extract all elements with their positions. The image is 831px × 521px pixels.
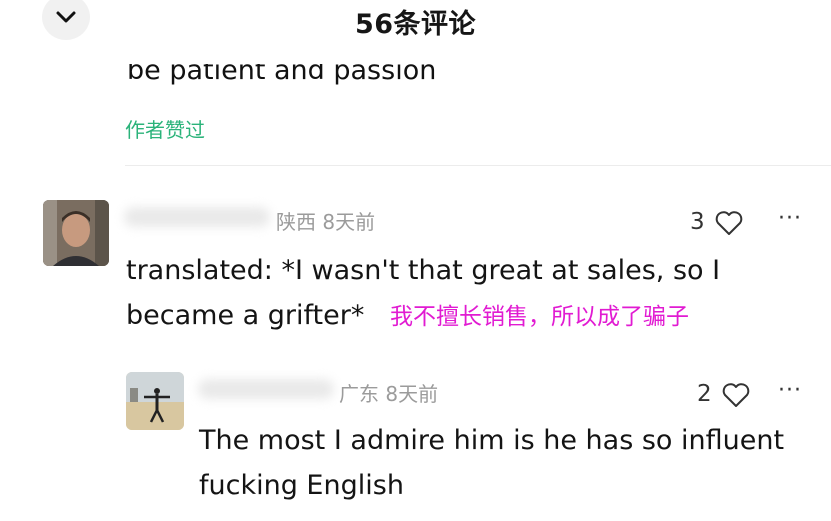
like-count: 2 bbox=[697, 381, 712, 407]
avatar[interactable] bbox=[126, 372, 184, 430]
translation-annotation: 我不擅长销售，所以成了骗子 bbox=[390, 304, 689, 330]
comment-text-line: fucking English bbox=[199, 470, 404, 501]
page-title: 56条评论 bbox=[354, 9, 477, 40]
more-options-button[interactable]: ··· bbox=[778, 378, 802, 403]
comment-text-line: became a grifter* bbox=[126, 300, 365, 331]
divider bbox=[125, 165, 831, 166]
author-liked-badge: 作者赞过 bbox=[125, 118, 205, 142]
comment-location-time: 陕西 8天前 bbox=[276, 210, 376, 234]
comment-location-time: 广东 8天前 bbox=[339, 382, 439, 406]
like-count: 3 bbox=[690, 209, 705, 235]
comment-text-line: translated: *I wasn't that great at sale… bbox=[126, 255, 721, 286]
top-bar: 56条评论 bbox=[0, 0, 831, 40]
avatar[interactable] bbox=[43, 200, 109, 266]
username-blurred[interactable] bbox=[124, 207, 270, 227]
username-blurred[interactable] bbox=[198, 379, 334, 399]
previous-comment-text: be patient and passion bbox=[127, 64, 437, 86]
heart-icon[interactable] bbox=[721, 381, 751, 409]
comment-text-line: The most I admire him is he has so influ… bbox=[199, 425, 785, 456]
more-options-button[interactable]: ··· bbox=[778, 206, 802, 231]
heart-icon[interactable] bbox=[714, 209, 744, 237]
